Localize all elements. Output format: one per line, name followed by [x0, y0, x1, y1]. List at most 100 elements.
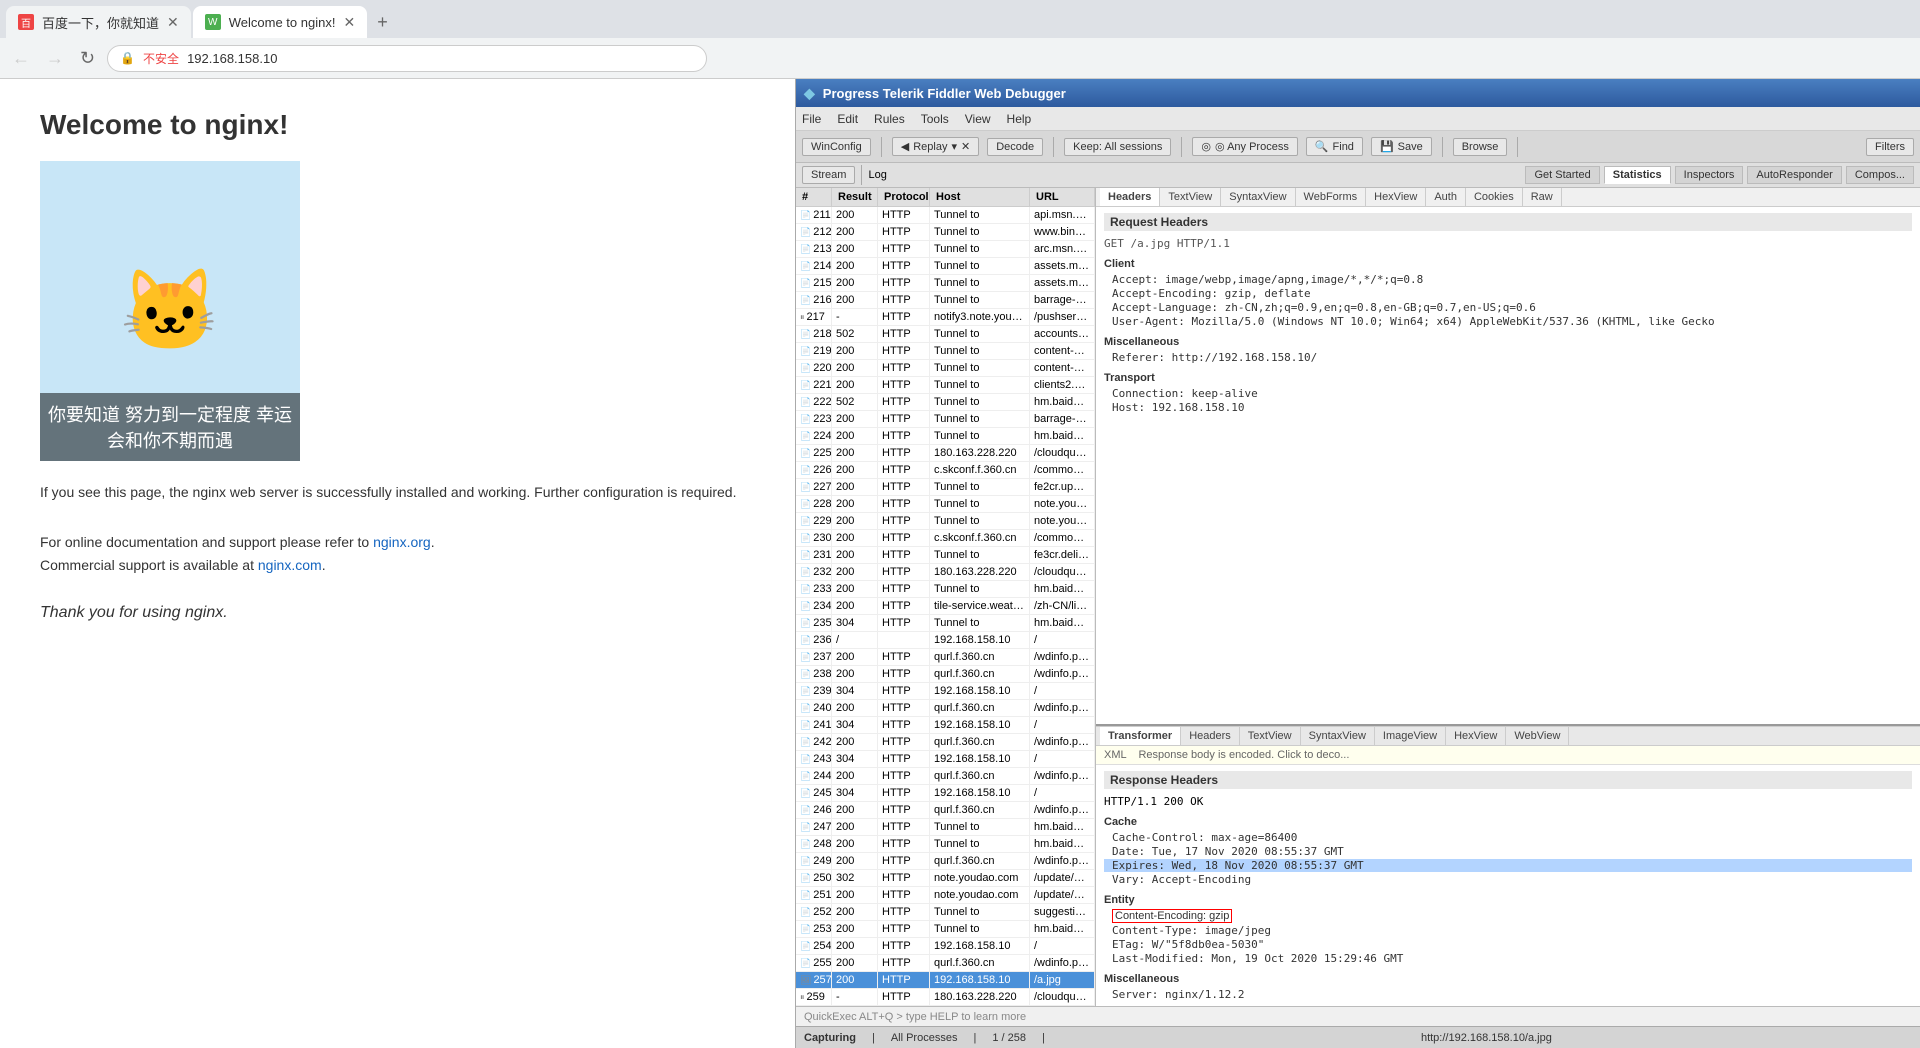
menu-view[interactable]: View — [965, 112, 991, 126]
table-row[interactable]: 🖼 257 200 HTTP 192.168.158.10 /a.jpg — [796, 972, 1095, 989]
nginx-org-link[interactable]: nginx.org — [373, 534, 431, 550]
menu-rules[interactable]: Rules — [874, 112, 905, 126]
table-row[interactable]: ⏸ 259 - HTTP 180.163.228.220 /cloudquery… — [796, 989, 1095, 1006]
table-row[interactable]: 📄 231 200 HTTP Tunnel to fe3cr.delivery.… — [796, 547, 1095, 564]
req-tab-hexview[interactable]: HexView — [1366, 188, 1426, 206]
table-row[interactable]: 📄 237 200 HTTP qurl.f.360.cn /wdinfo.php — [796, 649, 1095, 666]
resp-tab-transformer[interactable]: Transformer — [1100, 727, 1181, 745]
table-row[interactable]: 📄 243 304 HTTP 192.168.158.10 / — [796, 751, 1095, 768]
table-row[interactable]: 📄 250 302 HTTP note.youdao.com /update/u… — [796, 870, 1095, 887]
save-button[interactable]: 💾 Save — [1371, 137, 1432, 156]
table-row[interactable]: 📄 230 200 HTTP c.skconf.f.360.cn /common… — [796, 530, 1095, 547]
resp-tab-webview[interactable]: WebView — [1506, 727, 1569, 745]
replay-button[interactable]: ◀ Replay ▾ ✕ — [892, 137, 979, 156]
table-row[interactable]: 📄 249 200 HTTP qurl.f.360.cn /wdinfo.php — [796, 853, 1095, 870]
table-row[interactable]: 📄 244 200 HTTP qurl.f.360.cn /wdinfo.php — [796, 768, 1095, 785]
tab-autoresponder[interactable]: AutoResponder — [1747, 166, 1841, 184]
table-row[interactable]: 📄 215 200 HTTP Tunnel to assets.msn.com:… — [796, 275, 1095, 292]
table-row[interactable]: ⏸ 217 - HTTP notify3.note.youda... /push… — [796, 309, 1095, 326]
back-button[interactable]: ← — [8, 44, 34, 73]
any-process-button[interactable]: ◎ ◎ Any Process — [1192, 137, 1297, 156]
keep-button[interactable]: Keep: All sessions — [1064, 138, 1171, 156]
tab-statistics[interactable]: Statistics — [1604, 166, 1671, 184]
resp-tab-headers[interactable]: Headers — [1181, 727, 1240, 745]
req-tab-auth[interactable]: Auth — [1426, 188, 1466, 206]
table-row[interactable]: 📄 211 200 HTTP Tunnel to api.msn.com:443 — [796, 207, 1095, 224]
table-row[interactable]: 📄 255 200 HTTP qurl.f.360.cn /wdinfo.php — [796, 955, 1095, 972]
new-tab-button[interactable]: + — [369, 12, 396, 33]
table-row[interactable]: 📄 245 304 HTTP 192.168.158.10 / — [796, 785, 1095, 802]
cell-num-val: 218 — [813, 328, 831, 340]
table-row[interactable]: 📄 253 200 HTTP Tunnel to hm.baidu.com:44… — [796, 921, 1095, 938]
table-row[interactable]: 📄 248 200 HTTP Tunnel to hm.baidu.com:44… — [796, 836, 1095, 853]
table-row[interactable]: 📄 238 200 HTTP qurl.f.360.cn /wdinfo.php — [796, 666, 1095, 683]
tab-close-baidu[interactable]: ✕ — [167, 14, 179, 31]
table-row[interactable]: 📄 233 200 HTTP Tunnel to hm.baidu.com:44… — [796, 581, 1095, 598]
table-row[interactable]: 📄 223 200 HTTP Tunnel to barrage-kunpeng… — [796, 411, 1095, 428]
tab-close-nginx[interactable]: ✕ — [343, 14, 355, 31]
status-separator1: | — [872, 1032, 875, 1044]
winconfig-button[interactable]: WinConfig — [802, 138, 871, 156]
req-tab-cookies[interactable]: Cookies — [1466, 188, 1523, 206]
table-row[interactable]: 📄 247 200 HTTP Tunnel to hm.baidu.com:44… — [796, 819, 1095, 836]
menu-help[interactable]: Help — [1007, 112, 1032, 126]
tab-nginx[interactable]: W Welcome to nginx! ✕ — [193, 6, 367, 38]
nginx-com-link[interactable]: nginx.com — [258, 557, 322, 573]
table-row[interactable]: 📄 241 304 HTTP 192.168.158.10 / — [796, 717, 1095, 734]
table-row[interactable]: 📄 232 200 HTTP 180.163.228.220 /cloudque… — [796, 564, 1095, 581]
table-row[interactable]: 📄 235 304 HTTP Tunnel to hm.baidu.com:44… — [796, 615, 1095, 632]
table-row[interactable]: 📄 239 304 HTTP 192.168.158.10 / — [796, 683, 1095, 700]
menu-file[interactable]: File — [802, 112, 821, 126]
resp-tab-imageview[interactable]: ImageView — [1375, 727, 1446, 745]
table-row[interactable]: 📄 229 200 HTTP Tunnel to note.youdao.com… — [796, 513, 1095, 530]
refresh-button[interactable]: ↻ — [76, 44, 99, 73]
status-all-processes[interactable]: All Processes — [891, 1032, 958, 1044]
table-row[interactable]: 📄 220 200 HTTP Tunnel to content-autofil… — [796, 360, 1095, 377]
encode-notice[interactable]: XML Response body is encoded. Click to d… — [1096, 746, 1920, 765]
table-row[interactable]: 📄 234 200 HTTP tile-service.weather... /… — [796, 598, 1095, 615]
table-row[interactable]: 📄 254 200 HTTP 192.168.158.10 / — [796, 938, 1095, 955]
menu-edit[interactable]: Edit — [837, 112, 858, 126]
table-row[interactable]: 📄 224 200 HTTP Tunnel to hm.baidu.com:44… — [796, 428, 1095, 445]
table-row[interactable]: 📄 246 200 HTTP qurl.f.360.cn /wdinfo.php — [796, 802, 1095, 819]
table-row[interactable]: 📄 226 200 HTTP c.skconf.f.360.cn /common… — [796, 462, 1095, 479]
table-row[interactable]: 📄 216 200 HTTP Tunnel to barrage-kunpeng… — [796, 292, 1095, 309]
table-row[interactable]: 📄 236 / 192.168.158.10 / — [796, 632, 1095, 649]
tab-inspectors[interactable]: Inspectors — [1675, 166, 1744, 184]
table-row[interactable]: 📄 219 200 HTTP Tunnel to content-autofil… — [796, 343, 1095, 360]
table-row[interactable]: 📄 252 200 HTTP Tunnel to suggestion.baid… — [796, 904, 1095, 921]
table-row[interactable]: 📄 242 200 HTTP qurl.f.360.cn /wdinfo.php — [796, 734, 1095, 751]
address-bar[interactable]: 🔒 不安全 192.168.158.10 — [107, 45, 707, 72]
tab-compose[interactable]: Compos... — [1846, 166, 1914, 184]
row-icon: 📄 — [800, 873, 811, 884]
table-row[interactable]: 📄 225 200 HTTP 180.163.228.220 /cloudque… — [796, 445, 1095, 462]
table-row[interactable]: 📄 221 200 HTTP Tunnel to clients2.google… — [796, 377, 1095, 394]
req-tab-textview[interactable]: TextView — [1160, 188, 1221, 206]
find-button[interactable]: 🔍 Find — [1306, 137, 1363, 156]
table-row[interactable]: 📄 213 200 HTTP Tunnel to arc.msn.com:443 — [796, 241, 1095, 258]
table-row[interactable]: 📄 228 200 HTTP Tunnel to note.youdao.com… — [796, 496, 1095, 513]
table-row[interactable]: 📄 251 200 HTTP note.youdao.com /update/u… — [796, 887, 1095, 904]
req-tab-syntaxview[interactable]: SyntaxView — [1221, 188, 1295, 206]
table-row[interactable]: 📄 240 200 HTTP qurl.f.360.cn /wdinfo.php — [796, 700, 1095, 717]
resp-tab-textview[interactable]: TextView — [1240, 727, 1301, 745]
stream-button[interactable]: Stream — [802, 166, 855, 184]
decode-button[interactable]: Decode — [987, 138, 1043, 156]
quickexec-bar[interactable]: QuickExec ALT+Q > type HELP to learn mor… — [796, 1006, 1920, 1026]
resp-tab-syntaxview[interactable]: SyntaxView — [1301, 727, 1375, 745]
table-row[interactable]: 📄 222 502 HTTP Tunnel to hm.baidu.com:44… — [796, 394, 1095, 411]
table-row[interactable]: 📄 212 200 HTTP Tunnel to www.bing.com:44… — [796, 224, 1095, 241]
table-row[interactable]: 📄 227 200 HTTP Tunnel to fe2cr.update.mi… — [796, 479, 1095, 496]
req-tab-webforms[interactable]: WebForms — [1296, 188, 1367, 206]
req-tab-headers[interactable]: Headers — [1100, 188, 1160, 206]
forward-button[interactable]: → — [42, 44, 68, 73]
filters-button[interactable]: Filters — [1866, 138, 1914, 156]
browse-button[interactable]: Browse — [1453, 138, 1508, 156]
table-row[interactable]: 📄 214 200 HTTP Tunnel to assets.msn.com:… — [796, 258, 1095, 275]
req-tab-raw[interactable]: Raw — [1523, 188, 1562, 206]
tab-get-started[interactable]: Get Started — [1525, 166, 1599, 184]
table-row[interactable]: 📄 218 502 HTTP Tunnel to accounts.google… — [796, 326, 1095, 343]
menu-tools[interactable]: Tools — [921, 112, 949, 126]
tab-baidu[interactable]: 百 百度一下，你就知道 ✕ — [6, 6, 191, 38]
resp-tab-hexview[interactable]: HexView — [1446, 727, 1506, 745]
